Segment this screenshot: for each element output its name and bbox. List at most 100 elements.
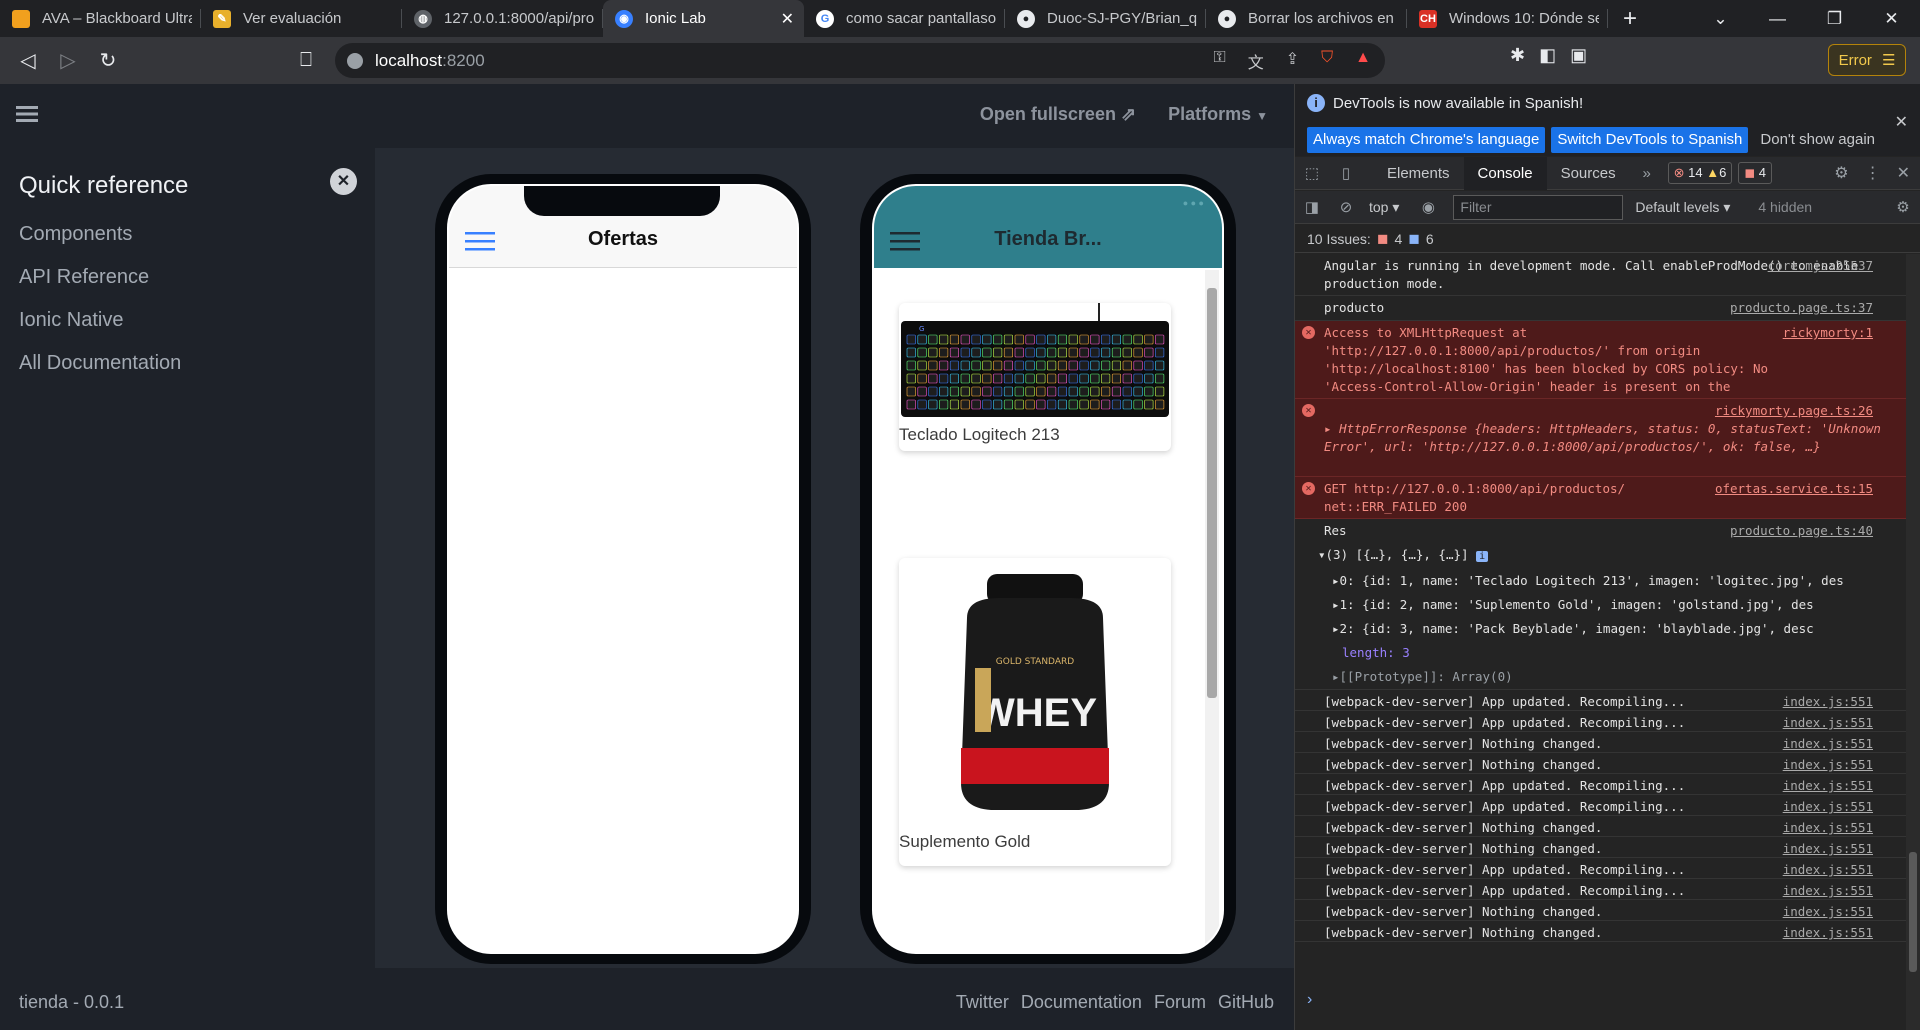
kebab-menu-icon[interactable]: ⋮ — [1865, 163, 1881, 183]
new-tab-button[interactable]: + — [1610, 5, 1650, 33]
reload-button[interactable]: ↻ — [88, 48, 128, 73]
site-info-icon[interactable] — [347, 52, 363, 69]
source-link[interactable]: rickymorty.page.ts:26 — [1715, 402, 1873, 420]
console-prompt-icon[interactable]: › — [1307, 991, 1312, 1009]
wallet-icon[interactable]: ▣ — [1570, 45, 1587, 66]
match-language-button[interactable]: Always match Chrome's language — [1307, 127, 1546, 153]
bookmark-icon[interactable]: ⎕ — [286, 49, 326, 72]
collapse-arrow-icon[interactable]: ▾ — [1318, 547, 1326, 562]
platforms-dropdown[interactable]: Platforms ▼ — [1168, 104, 1268, 125]
switch-spanish-button[interactable]: Switch DevTools to Spanish — [1551, 127, 1749, 153]
tab-api-productos[interactable]: ◍ 127.0.0.1:8000/api/productos/ — [402, 0, 603, 37]
minimize-button[interactable]: — — [1749, 9, 1806, 29]
tab-sources[interactable]: Sources — [1547, 157, 1630, 190]
source-link[interactable]: index.js:551 — [1783, 798, 1873, 816]
scrollbar-thumb[interactable] — [1909, 852, 1917, 972]
tab-console[interactable]: Console — [1463, 156, 1547, 190]
extensions-icon[interactable]: ✱ — [1510, 45, 1525, 66]
forward-button[interactable]: ▷ — [48, 48, 88, 73]
share-icon[interactable]: ⇪ — [1286, 49, 1299, 73]
address-bar[interactable]: localhost:8200 ⚿ 文 ⇪ ⛉ ▲ — [335, 43, 1385, 78]
restore-button[interactable]: ❐ — [1806, 9, 1863, 29]
forum-link[interactable]: Forum — [1154, 992, 1206, 1013]
key-icon[interactable]: ⚿ — [1214, 49, 1226, 73]
sidebar-item-api-reference[interactable]: API Reference — [19, 266, 181, 309]
source-link[interactable]: index.js:551 — [1783, 714, 1873, 732]
source-link[interactable]: ofertas.service.ts:15 — [1715, 480, 1873, 498]
expand-arrow-icon[interactable]: ▸ — [1332, 597, 1340, 612]
sidebar-item-ionic-native[interactable]: Ionic Native — [19, 309, 181, 352]
source-link[interactable]: index.js:551 — [1783, 693, 1873, 711]
source-link[interactable]: producto.page.ts:37 — [1730, 299, 1873, 317]
log-levels-dropdown[interactable]: Default levels ▾ — [1635, 199, 1730, 216]
tab-search-icon[interactable]: ⌄ — [1692, 9, 1749, 29]
product-card[interactable]: G Teclado Logitech 213 — [899, 303, 1171, 451]
source-link[interactable]: index.js:551 — [1783, 903, 1873, 921]
open-fullscreen-button[interactable]: Open fullscreen ⇗ — [980, 104, 1136, 125]
expand-arrow-icon[interactable]: ▸ — [1324, 421, 1339, 436]
dont-show-again-button[interactable]: Don't show again — [1754, 127, 1881, 153]
source-link[interactable]: index.js:551 — [1783, 861, 1873, 879]
console-scrollbar[interactable] — [1906, 254, 1920, 1030]
device-toolbar-icon[interactable]: ▯ — [1329, 164, 1363, 182]
back-button[interactable]: ◁ — [8, 48, 48, 73]
tab-windows-10[interactable]: CH Windows 10: Dónde se — [1407, 0, 1608, 37]
source-link[interactable]: producto.page.ts:40 — [1730, 522, 1873, 540]
inspect-element-icon[interactable]: ⬚ — [1295, 164, 1329, 182]
source-link[interactable]: rickymorty:1 — [1783, 324, 1873, 342]
expand-arrow-icon[interactable]: ▸ — [1332, 621, 1340, 636]
twitter-link[interactable]: Twitter — [956, 992, 1009, 1013]
menu-icon[interactable] — [16, 106, 38, 122]
context-selector[interactable]: top ▾ — [1369, 199, 1399, 216]
scrollbar[interactable] — [1205, 270, 1219, 952]
issues-bar[interactable]: 10 Issues: ◼ 4 ◼ 6 — [1295, 225, 1920, 253]
tab-github-repo[interactable]: ● Duoc-SJ-PGY/Brian_quintero — [1005, 0, 1206, 37]
sidebar-toggle-icon[interactable]: ◨ — [1295, 198, 1329, 216]
tab-github-borrar[interactable]: ● Borrar los archivos en u — [1206, 0, 1407, 37]
close-infobar-icon[interactable]: ✕ — [1895, 112, 1908, 132]
array-entry[interactable]: ▸2: {id: 3, name: 'Pack Beyblade', image… — [1295, 617, 1907, 641]
source-link[interactable]: index.js:551 — [1783, 756, 1873, 774]
close-tab-icon[interactable]: ✕ — [781, 9, 794, 29]
translate-icon[interactable]: 文 — [1248, 49, 1264, 73]
close-window-button[interactable]: ✕ — [1863, 9, 1920, 29]
source-link[interactable]: index.js:551 — [1783, 735, 1873, 753]
expand-arrow-icon[interactable]: ▸ — [1332, 573, 1340, 588]
source-link[interactable]: index.js:551 — [1783, 882, 1873, 900]
close-sidebar-icon[interactable]: ✕ — [330, 168, 357, 195]
source-link[interactable]: index.js:551 — [1783, 924, 1873, 942]
source-link[interactable]: core.mjs:25537 — [1768, 257, 1873, 275]
brave-rewards-icon[interactable]: ▲ — [1355, 49, 1371, 73]
source-link[interactable]: index.js:551 — [1783, 819, 1873, 837]
more-tabs-icon[interactable]: » — [1630, 165, 1664, 182]
tab-ionic-lab[interactable]: ◉ Ionic Lab ✕ — [603, 0, 804, 37]
close-devtools-icon[interactable]: ✕ — [1897, 163, 1910, 183]
clear-console-icon[interactable]: ⊘ — [1329, 198, 1363, 216]
eye-icon[interactable]: ◉ — [1411, 198, 1445, 216]
array-expanded[interactable]: ▾(3) [{…}, {…}, {…}] i — [1295, 543, 1907, 569]
gear-icon[interactable]: ⚙ — [1834, 163, 1848, 183]
github-link[interactable]: GitHub — [1218, 992, 1274, 1013]
array-entry[interactable]: ▸0: {id: 1, name: 'Teclado Logitech 213'… — [1295, 569, 1907, 593]
issues-badge[interactable]: ◼ 4 — [1738, 162, 1772, 184]
array-entry[interactable]: ▸1: {id: 2, name: 'Suplemento Gold', ima… — [1295, 593, 1907, 617]
tab-google-search[interactable]: G como sacar pantallaso — [804, 0, 1005, 37]
tab-evaluacion[interactable]: ✎ Ver evaluación — [201, 0, 402, 37]
brave-shield-icon[interactable]: ⛉ — [1321, 49, 1333, 73]
source-link[interactable]: index.js:551 — [1783, 777, 1873, 795]
expand-arrow-icon[interactable]: ▸ — [1332, 669, 1340, 684]
console-filter-input[interactable]: Filter — [1453, 194, 1624, 220]
profile-error-button[interactable]: Error ☰ — [1828, 44, 1906, 76]
sidebar-icon[interactable]: ◧ — [1539, 45, 1556, 66]
sidebar-item-components[interactable]: Components — [19, 223, 181, 266]
documentation-link[interactable]: Documentation — [1021, 992, 1142, 1013]
source-link[interactable]: index.js:551 — [1783, 840, 1873, 858]
tab-blackboard[interactable]: AVA – Blackboard Ultra — [0, 0, 201, 37]
console-settings-icon[interactable]: ⚙ — [1886, 198, 1920, 216]
sidebar-item-all-documentation[interactable]: All Documentation — [19, 352, 181, 395]
array-prototype[interactable]: ▸[[Prototype]]: Array(0) — [1295, 665, 1907, 690]
product-card[interactable]: GOLD STANDARD WHEY Suplemento Gold — [899, 558, 1171, 866]
tab-elements[interactable]: Elements — [1373, 157, 1464, 190]
error-warning-badge[interactable]: ⊗ 14 ▲6 — [1667, 162, 1733, 184]
scrollbar-thumb[interactable] — [1207, 288, 1217, 698]
